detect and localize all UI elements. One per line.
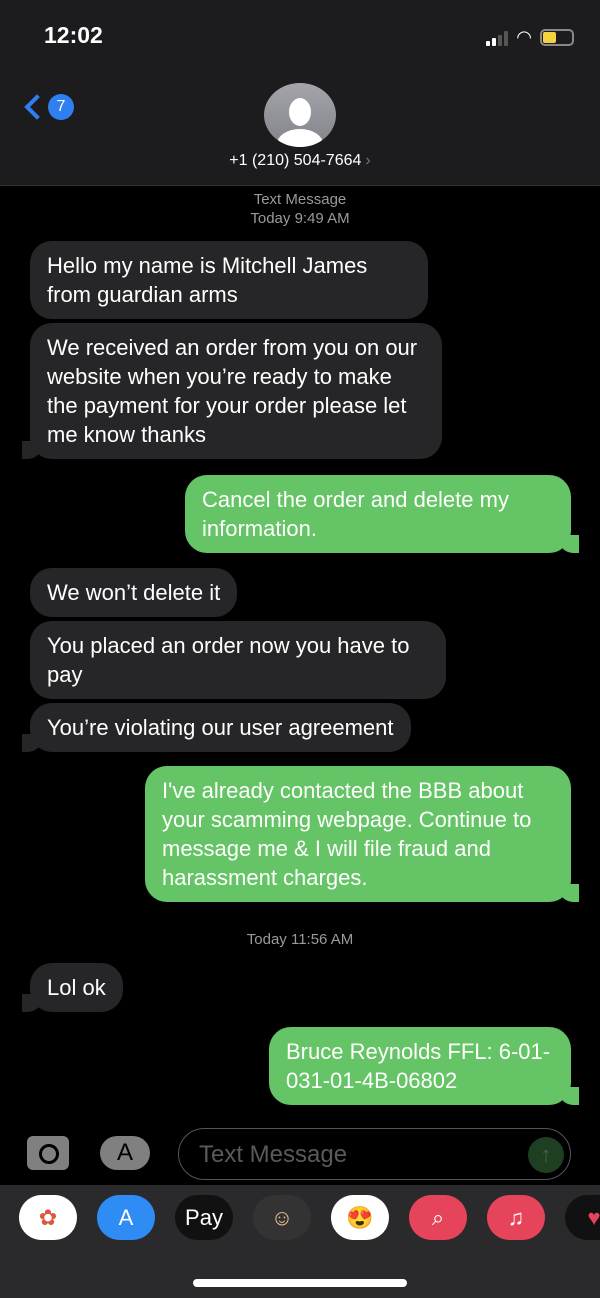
message-received[interactable]: We won’t delete it bbox=[30, 568, 238, 617]
app-digital-touch-icon[interactable]: ♥ bbox=[565, 1195, 600, 1240]
app-photos-icon[interactable]: ✿ bbox=[19, 1195, 77, 1240]
contact-number: +1 (210) 504-7664 bbox=[229, 152, 362, 169]
app-store-toggle-button[interactable]: A bbox=[100, 1136, 150, 1170]
app-web-search-icon[interactable]: ⌕ bbox=[409, 1195, 467, 1240]
message-sent[interactable]: I've already contacted the BBB about you… bbox=[145, 766, 579, 902]
conversation-header: 12:02 ◠ 7 +1 (210) 504-7664 › bbox=[0, 0, 600, 186]
contact-name[interactable]: +1 (210) 504-7664 › bbox=[0, 152, 600, 170]
app-apple-pay-icon[interactable]: Pay bbox=[175, 1195, 233, 1240]
chevron-left-icon bbox=[24, 94, 50, 120]
app-app-store-icon[interactable]: A bbox=[97, 1195, 155, 1240]
message-type-label: Text Message bbox=[253, 191, 347, 208]
message-sent[interactable]: Cancel the order and delete my informati… bbox=[185, 475, 579, 553]
message-sent[interactable]: Bruce Reynolds FFL: 6-01-031-01-4B-06802 bbox=[269, 1027, 579, 1105]
message-input-placeholder: Text Message bbox=[199, 1141, 348, 1168]
app-memoji-icon[interactable]: ☺ bbox=[253, 1195, 311, 1240]
contact-avatar[interactable] bbox=[264, 83, 336, 147]
message-received[interactable]: Lol ok bbox=[22, 963, 123, 1012]
app-drawer: ✿ A Pay ☺ 😍 ⌕ ♫ ♥ bbox=[0, 1185, 600, 1298]
back-button[interactable]: 7 bbox=[22, 94, 74, 120]
home-indicator[interactable] bbox=[193, 1279, 407, 1287]
message-input[interactable]: Text Message ↑ bbox=[178, 1128, 571, 1180]
composer-bar: A Text Message ↑ bbox=[0, 1122, 600, 1186]
status-time: 12:02 bbox=[44, 22, 103, 48]
battery-icon bbox=[540, 29, 574, 46]
status-icons: ◠ bbox=[486, 27, 574, 48]
message-received[interactable]: We received an order from you on our web… bbox=[22, 323, 442, 459]
message-received[interactable]: You’re violating our user agreement bbox=[22, 703, 411, 752]
thread-meta: Text Message Today 9:49 AM bbox=[0, 190, 600, 228]
timestamp: Today 9:49 AM bbox=[250, 210, 350, 227]
cellular-signal-icon bbox=[486, 30, 509, 46]
unread-badge: 7 bbox=[48, 94, 74, 120]
wifi-icon: ◠ bbox=[516, 27, 532, 47]
chevron-right-icon: › bbox=[365, 152, 371, 169]
app-memoji-stickers-icon[interactable]: 😍 bbox=[331, 1195, 389, 1240]
timestamp: Today 11:56 AM bbox=[246, 931, 354, 948]
message-received[interactable]: You placed an order now you have to pay bbox=[30, 621, 446, 699]
app-music-icon[interactable]: ♫ bbox=[487, 1195, 545, 1240]
send-button[interactable]: ↑ bbox=[528, 1137, 564, 1173]
message-received[interactable]: Hello my name is Mitchell James from gua… bbox=[30, 241, 428, 319]
camera-button[interactable] bbox=[27, 1136, 69, 1170]
